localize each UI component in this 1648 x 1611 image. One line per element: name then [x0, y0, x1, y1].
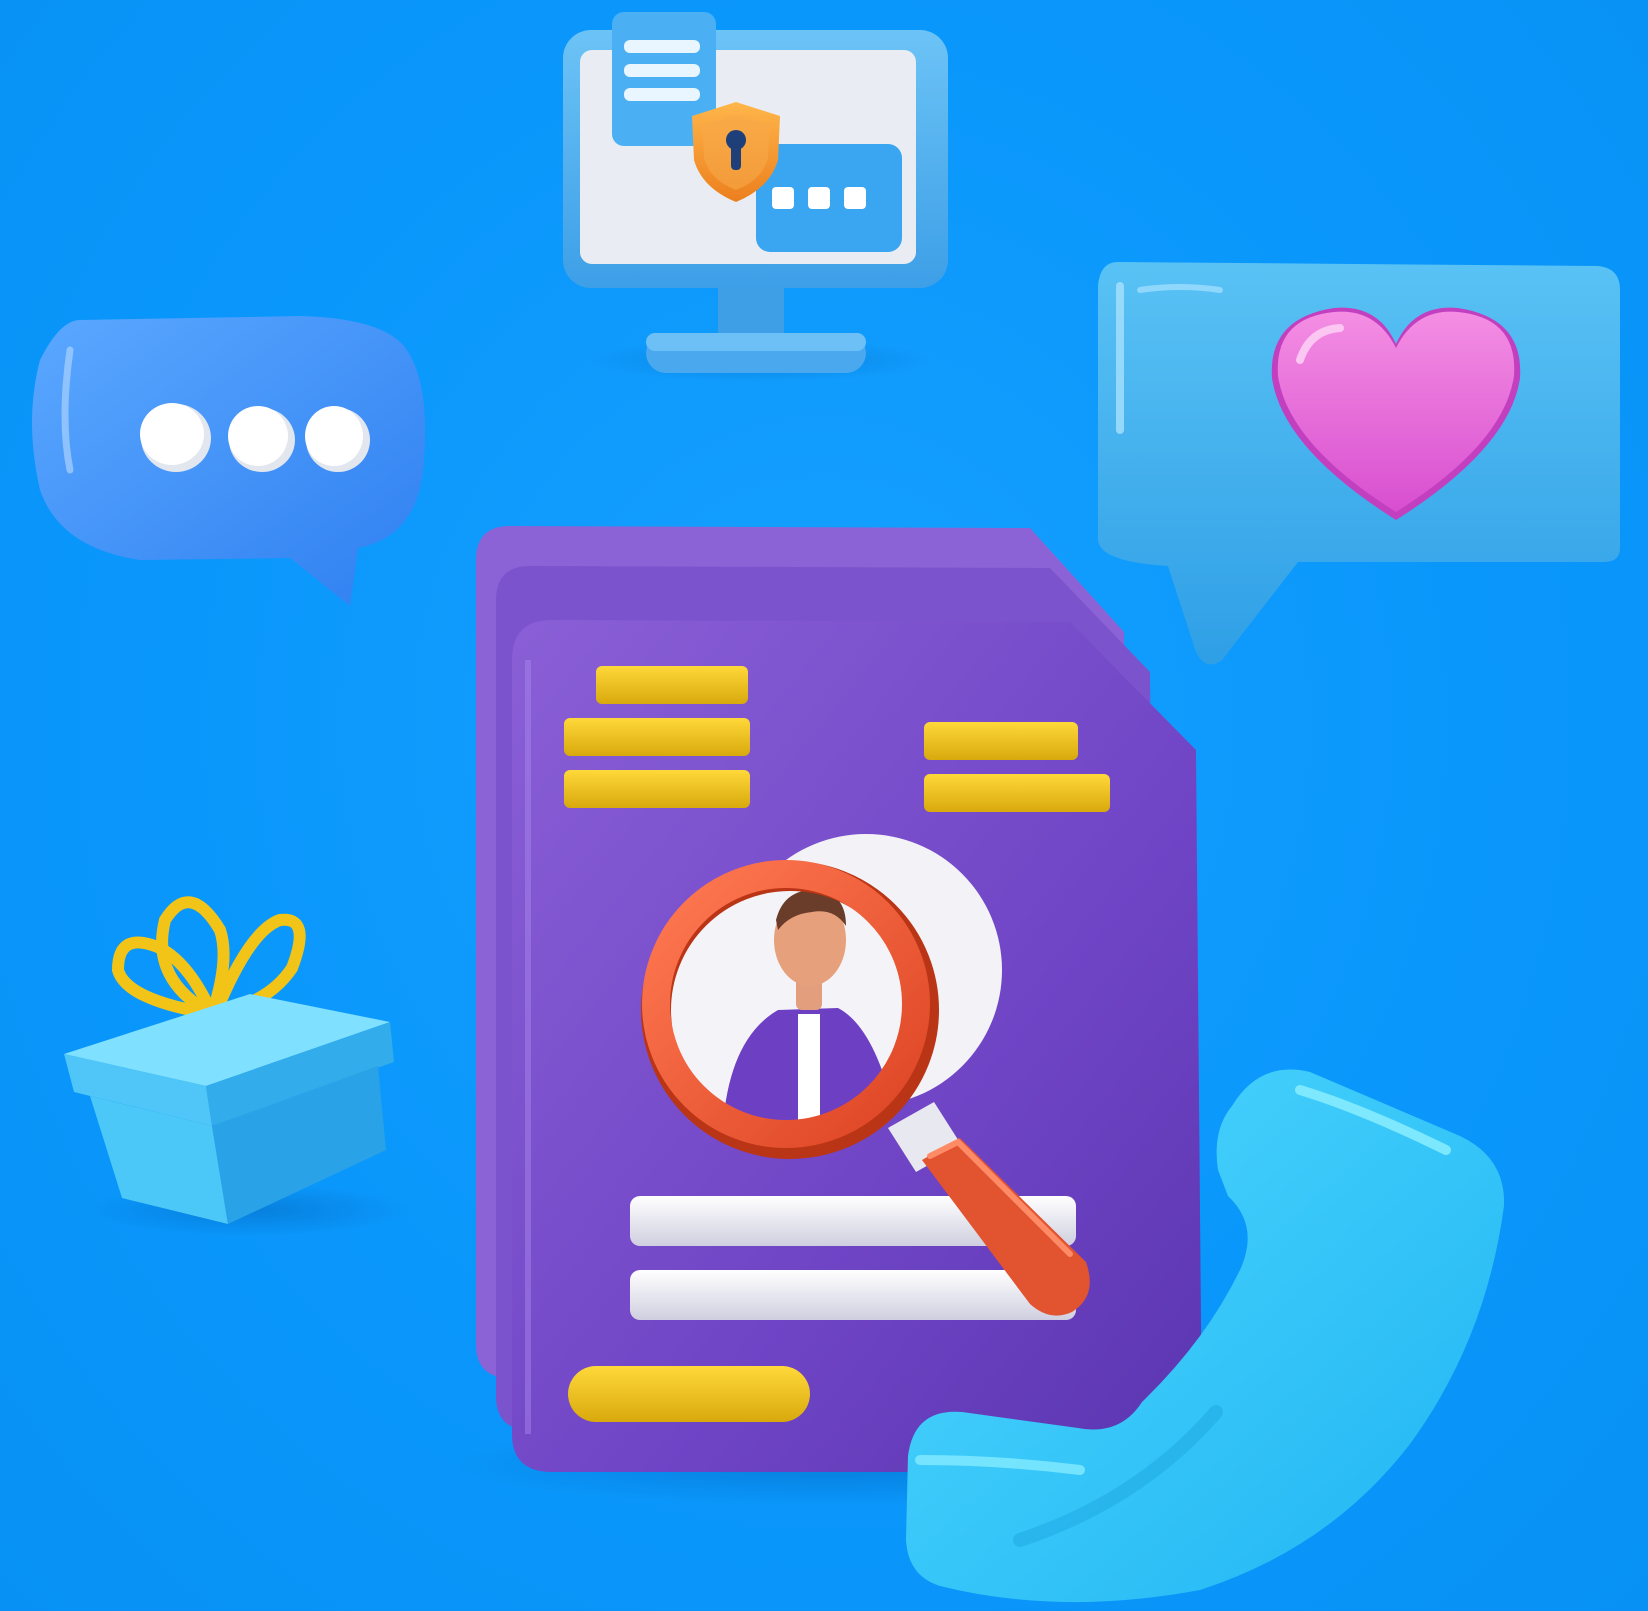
ellipsis-dots-icon	[140, 403, 370, 472]
resume-footer-pill	[568, 1366, 810, 1422]
gift-box-icon	[64, 896, 410, 1236]
illustration-svg	[32, 12, 1620, 1603]
chat-bubble-icon	[32, 316, 426, 606]
heart-speech-bubble-icon	[1098, 262, 1620, 665]
monitor-icon	[563, 12, 948, 382]
illustration-canvas	[0, 0, 1648, 1611]
gift-bow-icon	[111, 896, 306, 1023]
